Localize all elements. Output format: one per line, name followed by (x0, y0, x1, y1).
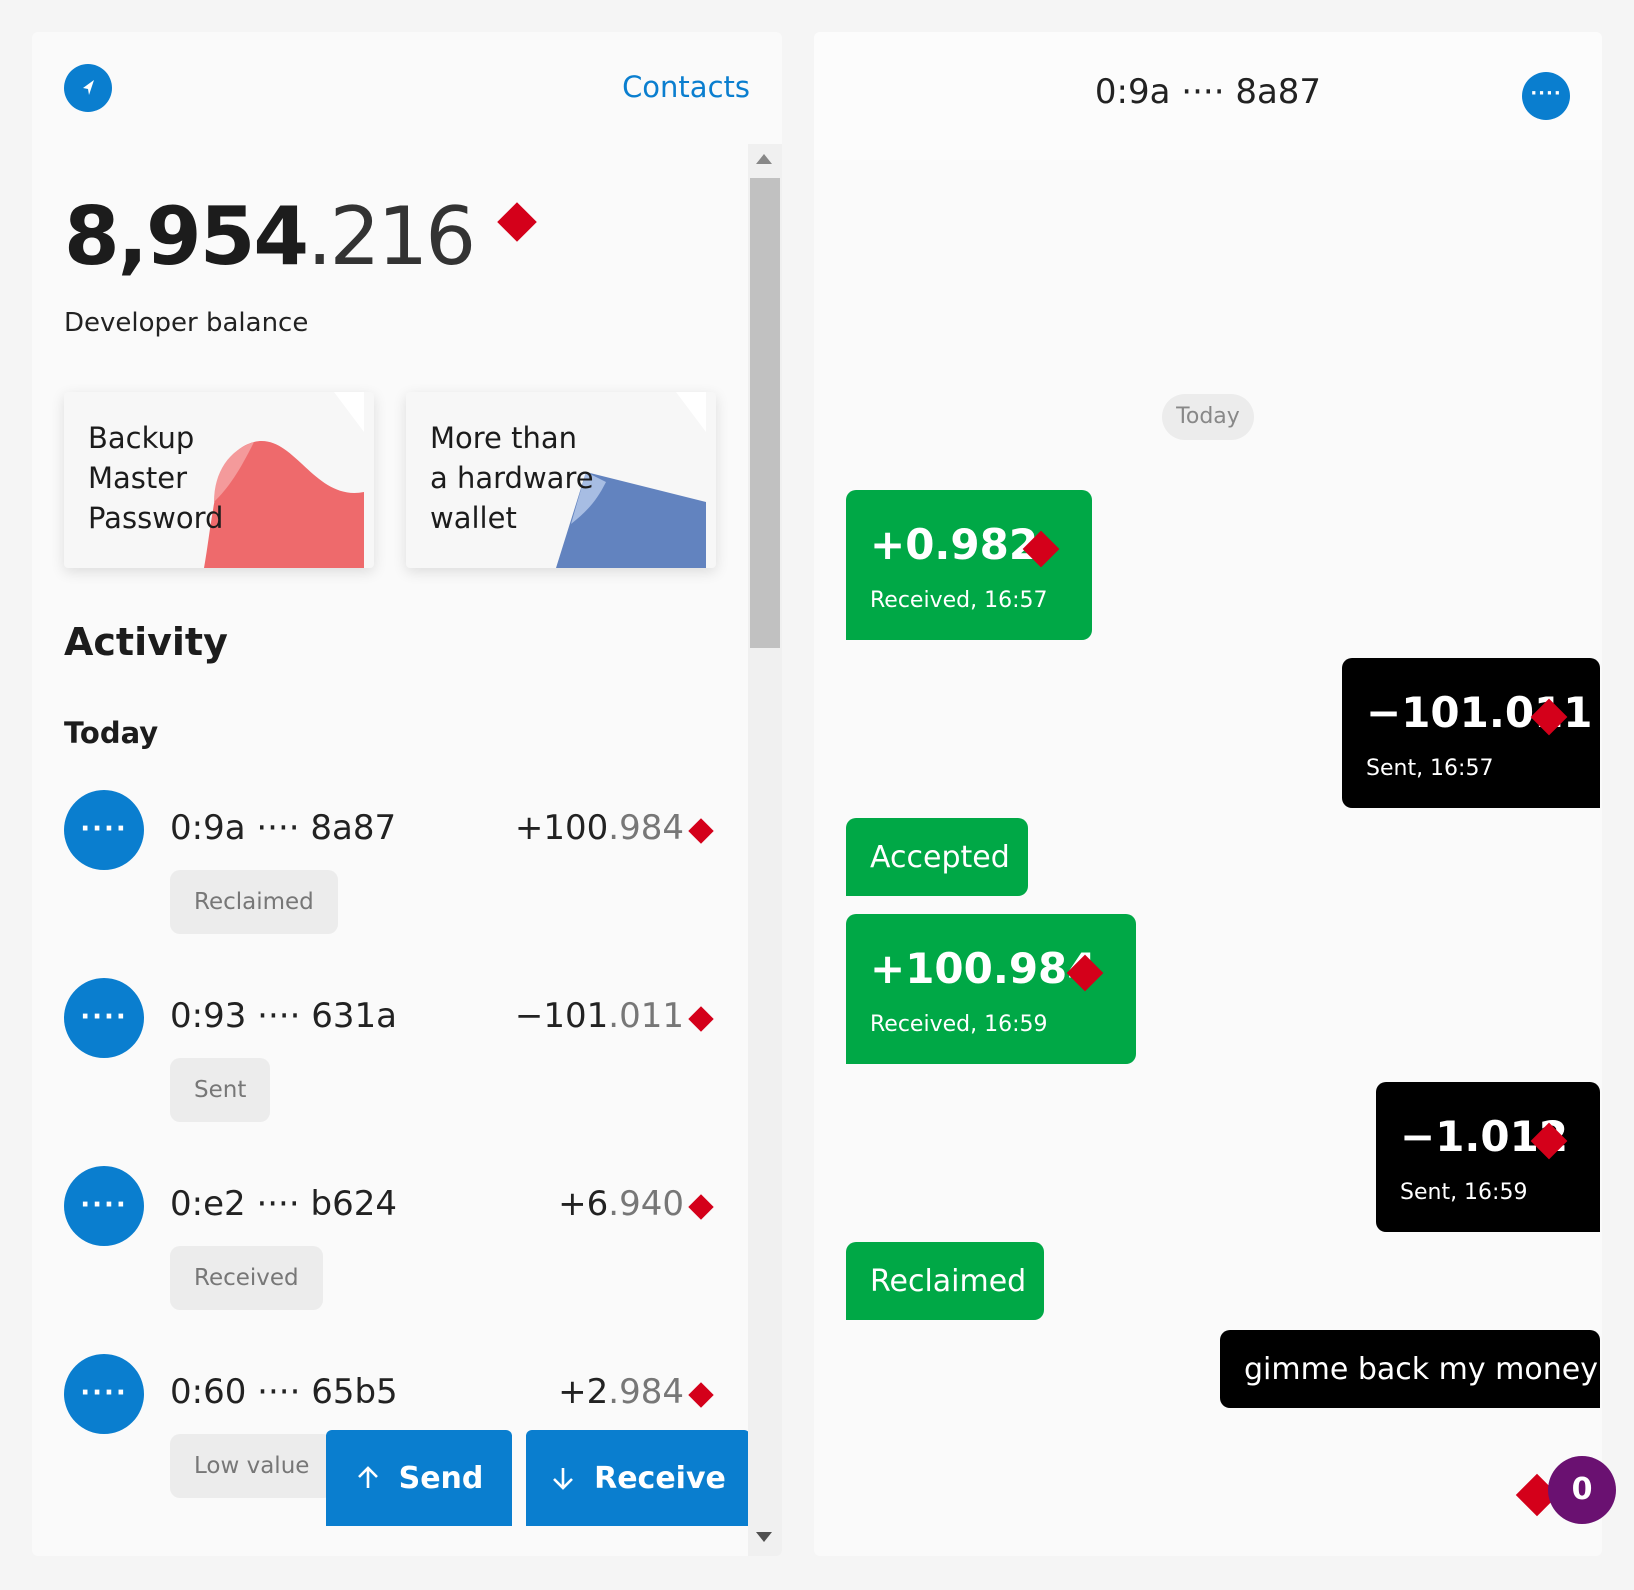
sent-message-bubble[interactable]: −101.011 Sent, 16:57 (1342, 658, 1600, 808)
chat-header: 0:9a ···· 8a87 ···· (814, 32, 1602, 160)
send-button[interactable]: Send (326, 1430, 512, 1526)
wallet-panel: Contacts 8,954 .216 Developer balance Ba… (32, 32, 782, 1556)
back-button[interactable] (64, 64, 112, 112)
send-label: Send (398, 1460, 484, 1496)
transaction-status: Received (170, 1246, 323, 1310)
receive-label: Receive (594, 1460, 726, 1496)
transaction-row[interactable]: ···· 0:9a ···· 8a87 +100.984 Reclaimed (64, 790, 744, 940)
chat-panel: 0:9a ···· 8a87 ···· Today +0.982 Receive… (814, 32, 1602, 1556)
arrow-down-icon (553, 1468, 574, 1490)
chat-title: 0:9a ···· 8a87 (1094, 72, 1322, 112)
ton-gem-icon (688, 818, 714, 844)
contact-avatar: ···· (64, 1354, 144, 1434)
transaction-row[interactable]: ···· 0:93 ···· 631a −101.011 Sent (64, 978, 744, 1128)
received-message-bubble[interactable]: +0.982 Received, 16:57 (846, 490, 1092, 640)
message-subtitle: Sent, 16:59 (1400, 1180, 1528, 1205)
date-chip: Today (1162, 394, 1254, 440)
sent-message-bubble[interactable]: −1.012 Sent, 16:59 (1376, 1082, 1600, 1232)
received-message-bubble[interactable]: +100.984 Received, 16:59 (846, 914, 1136, 1064)
hardware-wallet-card[interactable]: More than a hardware wallet (406, 392, 716, 568)
receive-button[interactable]: Receive (526, 1430, 750, 1526)
transaction-row[interactable]: ···· 0:e2 ···· b624 +6.940 Received (64, 1166, 744, 1316)
ton-gem-icon (497, 202, 537, 242)
transaction-amount: −101.011 (514, 996, 684, 1036)
ton-gem-icon (688, 1006, 714, 1032)
text-message-bubble[interactable]: gimme back my money (1220, 1330, 1600, 1408)
scroll-down-arrow-icon[interactable] (756, 1532, 772, 1542)
hardware-wallet-card-text: More than a hardware wallet (430, 421, 594, 535)
message-subtitle: Sent, 16:57 (1366, 756, 1494, 781)
activity-title: Activity (64, 620, 228, 664)
transaction-status: Reclaimed (170, 870, 338, 934)
message-text: Accepted (870, 840, 1010, 875)
contact-avatar: ···· (64, 790, 144, 870)
arrow-up-icon (357, 1466, 378, 1488)
scroll-up-arrow-icon[interactable] (756, 154, 772, 164)
today-label: Today (64, 716, 159, 750)
message-subtitle: Received, 16:59 (870, 1012, 1048, 1037)
transaction-amount: +2.984 (558, 1372, 684, 1412)
status-message-bubble[interactable]: Accepted (846, 818, 1028, 896)
message-subtitle: Received, 16:57 (870, 588, 1048, 613)
backup-card[interactable]: Backup Master Password (64, 392, 374, 568)
message-text: gimme back my money (1244, 1352, 1598, 1387)
ton-gem-icon (688, 1382, 714, 1408)
transaction-amount: +6.940 (558, 1184, 684, 1224)
transaction-amount: +100.984 (514, 808, 684, 848)
transaction-status: Sent (170, 1058, 271, 1122)
contact-avatar: ···· (64, 1166, 144, 1246)
balance-integer: 8,954 (64, 190, 309, 283)
transaction-status: Low value (170, 1434, 334, 1498)
notification-badge[interactable]: 0 (1548, 1456, 1616, 1524)
ton-gem-icon (688, 1194, 714, 1220)
backup-card-text: Backup Master Password (88, 421, 224, 535)
scrollbar-thumb[interactable] (750, 178, 780, 648)
transaction-address: 0:9a ···· 8a87 (170, 808, 397, 848)
contacts-link[interactable]: Contacts (622, 70, 750, 104)
status-message-bubble[interactable]: Reclaimed (846, 1242, 1044, 1320)
transaction-address: 0:60 ···· 65b5 (170, 1372, 398, 1412)
balance-label: Developer balance (64, 308, 309, 338)
transaction-address: 0:93 ···· 631a (170, 996, 397, 1036)
balance-fraction: .216 (307, 190, 476, 283)
send-arrow-icon (83, 80, 94, 95)
message-amount: +100.984 (870, 944, 1097, 993)
contact-avatar: ···· (64, 978, 144, 1058)
balance: 8,954 .216 (64, 190, 537, 283)
more-menu-button[interactable]: ···· (1522, 72, 1570, 120)
message-text: Reclaimed (870, 1264, 1027, 1299)
message-amount: +0.982 (870, 520, 1039, 569)
transaction-address: 0:e2 ···· b624 (170, 1184, 397, 1224)
